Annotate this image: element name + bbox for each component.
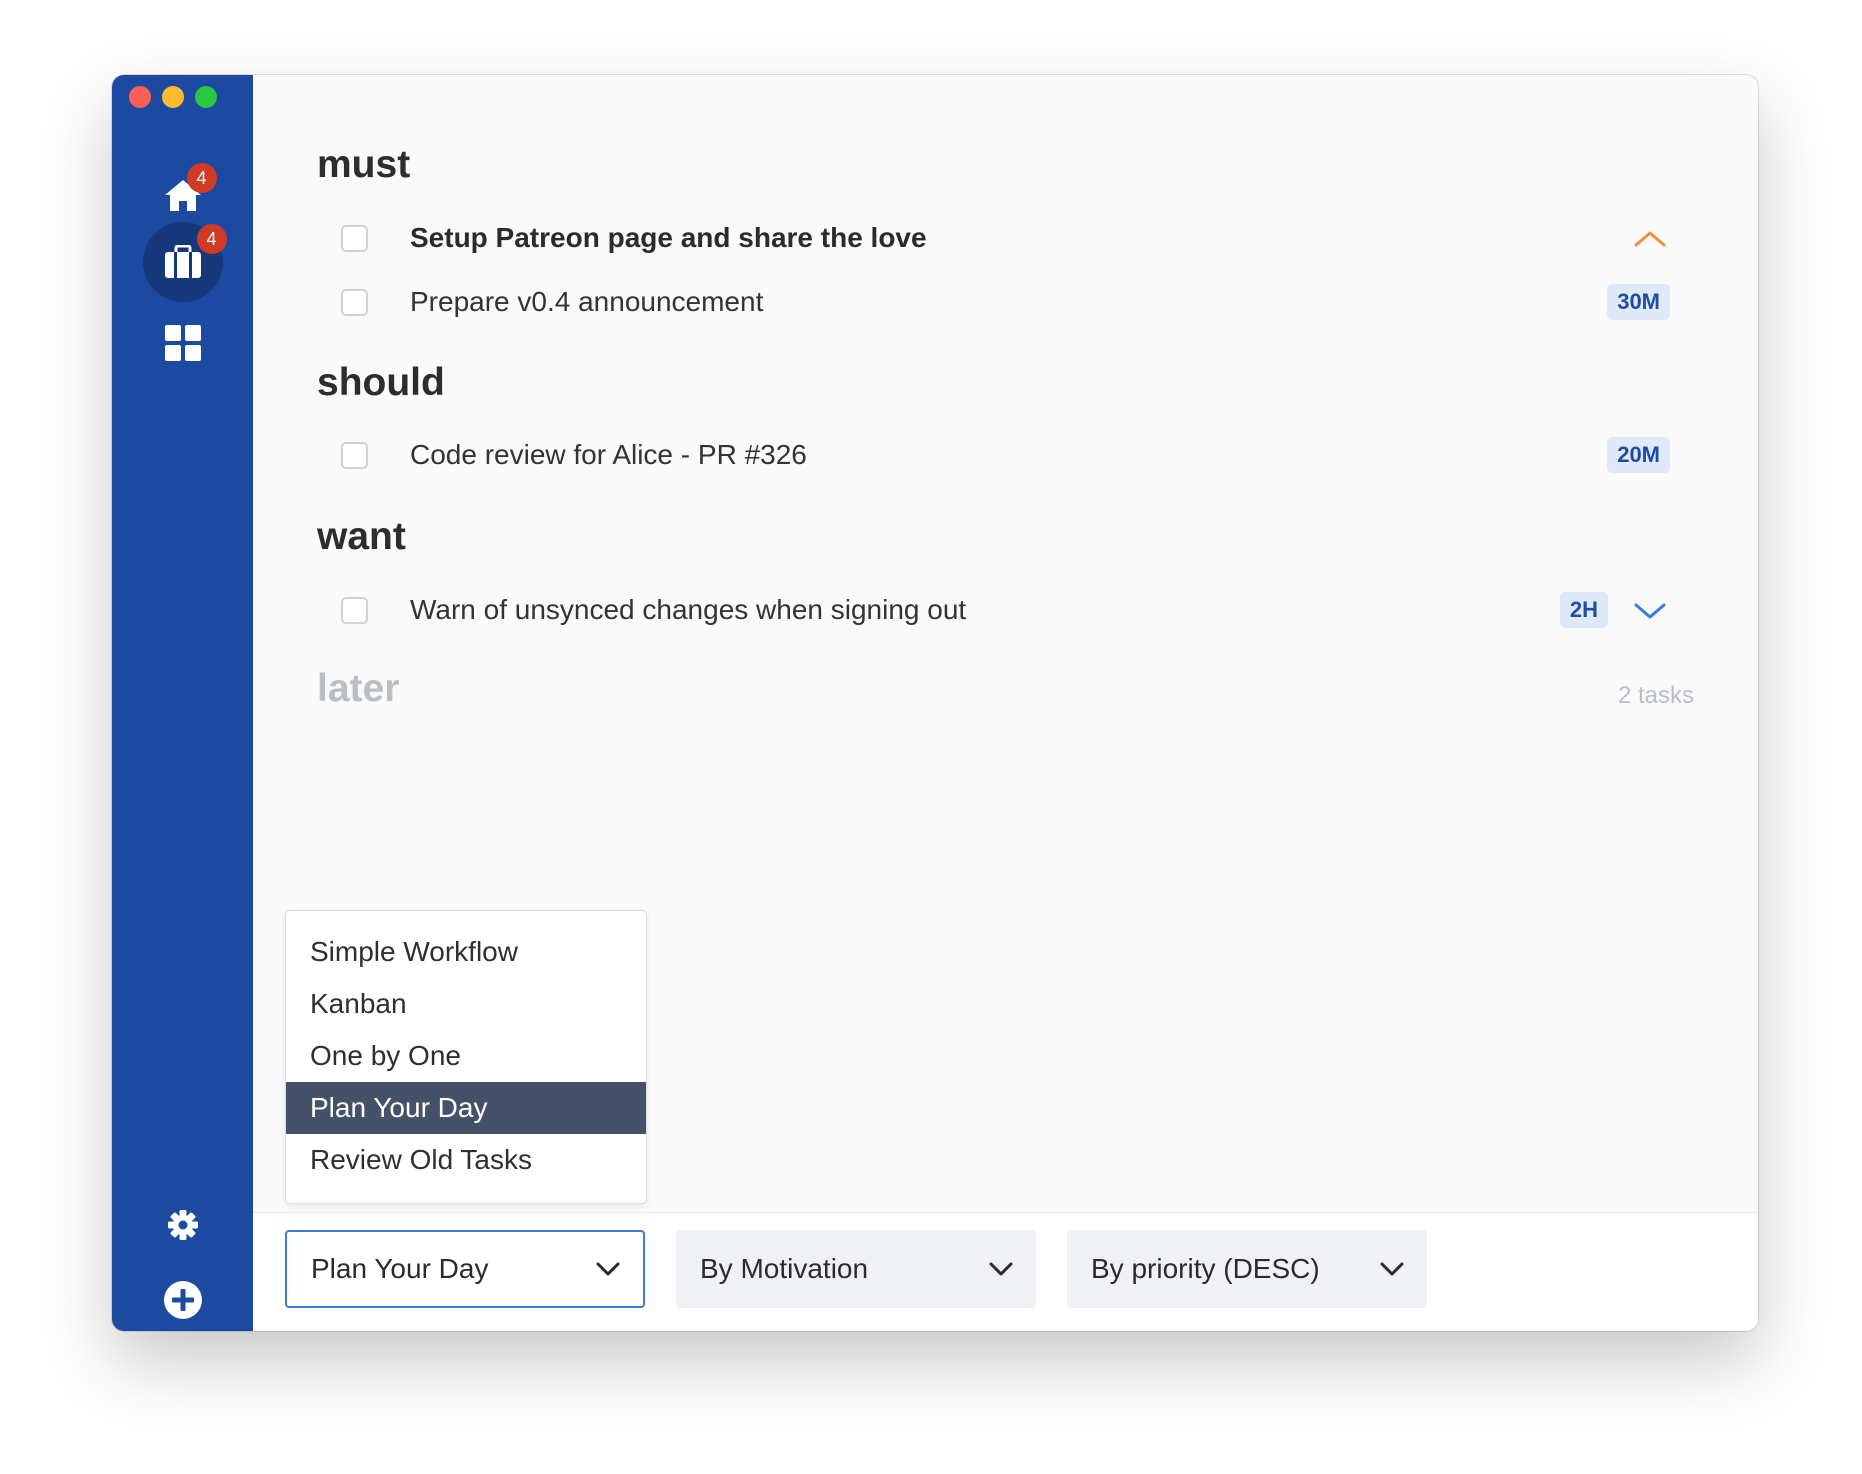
later-task-count: 2 tasks [1617, 682, 1694, 709]
task-row[interactable]: Warn of unsynced changes when signing ou… [341, 583, 1670, 637]
task-row[interactable]: Setup Patreon page and share the love [341, 211, 1670, 265]
task-row[interactable]: Code review for Alice - PR #326 20M [341, 428, 1670, 482]
home-badge: 4 [186, 163, 217, 193]
task-row[interactable]: Prepare v0.4 announcement 30M [341, 275, 1670, 329]
chevron-down-icon [989, 1262, 1013, 1276]
gear-icon [167, 1210, 198, 1240]
duration-badge: 30M [1607, 284, 1670, 320]
nav-dashboard[interactable] [143, 303, 223, 383]
chevron-up-icon[interactable] [1630, 223, 1670, 253]
chevron-down-icon [1380, 1262, 1404, 1276]
task-label: Warn of unsynced changes when signing ou… [410, 594, 967, 625]
menu-item-plan-your-day[interactable]: Plan Your Day [286, 1082, 646, 1134]
menu-item-one-by-one[interactable]: One by One [286, 1030, 646, 1082]
app-window: 4 4 must Setup Patreon page and share th… [112, 75, 1758, 1331]
work-badge: 4 [196, 224, 227, 254]
task-label: Code review for Alice - PR #326 [410, 439, 807, 470]
zoom-window-button[interactable] [195, 86, 217, 108]
task-label: Prepare v0.4 announcement [410, 286, 764, 317]
group-by-select-value: By Motivation [700, 1253, 869, 1284]
close-window-button[interactable] [129, 86, 151, 108]
sidebar: 4 4 [112, 75, 253, 1331]
duration-badge: 20M [1607, 437, 1670, 473]
sort-select[interactable]: By priority (DESC) [1067, 1230, 1427, 1308]
section-title-must: must [317, 143, 411, 186]
minimize-window-button[interactable] [162, 86, 184, 108]
grid-icon [164, 325, 201, 361]
workflow-select[interactable]: Plan Your Day [285, 1230, 645, 1308]
workflow-dropdown-menu: Simple Workflow Kanban One by One Plan Y… [285, 910, 647, 1204]
task-checkbox[interactable] [341, 596, 368, 624]
main-content: must Setup Patreon page and share the lo… [253, 75, 1758, 1331]
menu-item-review-old-tasks[interactable]: Review Old Tasks [286, 1134, 646, 1186]
task-checkbox[interactable] [341, 441, 368, 469]
menu-item-simple-workflow[interactable]: Simple Workflow [286, 926, 646, 978]
section-title-want: want [317, 515, 406, 558]
briefcase-icon [164, 245, 201, 278]
chevron-down-icon[interactable] [1630, 595, 1670, 625]
task-label: Setup Patreon page and share the love [410, 222, 927, 253]
duration-badge: 2H [1559, 592, 1608, 628]
footer-toolbar: Plan Your Day By Motivation By priority … [253, 1212, 1758, 1331]
window-controls [129, 86, 217, 108]
plus-circle-icon [163, 1281, 202, 1319]
section-title-later[interactable]: later [317, 667, 399, 711]
sort-select-value: By priority (DESC) [1091, 1253, 1320, 1284]
task-checkbox[interactable] [341, 288, 368, 316]
task-checkbox[interactable] [341, 224, 368, 252]
group-by-select[interactable]: By Motivation [676, 1230, 1036, 1308]
workflow-select-value: Plan Your Day [311, 1253, 489, 1284]
settings-button[interactable] [153, 1195, 213, 1255]
nav-work[interactable]: 4 [142, 222, 227, 302]
menu-item-kanban[interactable]: Kanban [286, 978, 646, 1030]
section-title-should: should [317, 361, 445, 404]
chevron-down-icon [596, 1262, 620, 1276]
add-task-button[interactable] [148, 1265, 218, 1331]
